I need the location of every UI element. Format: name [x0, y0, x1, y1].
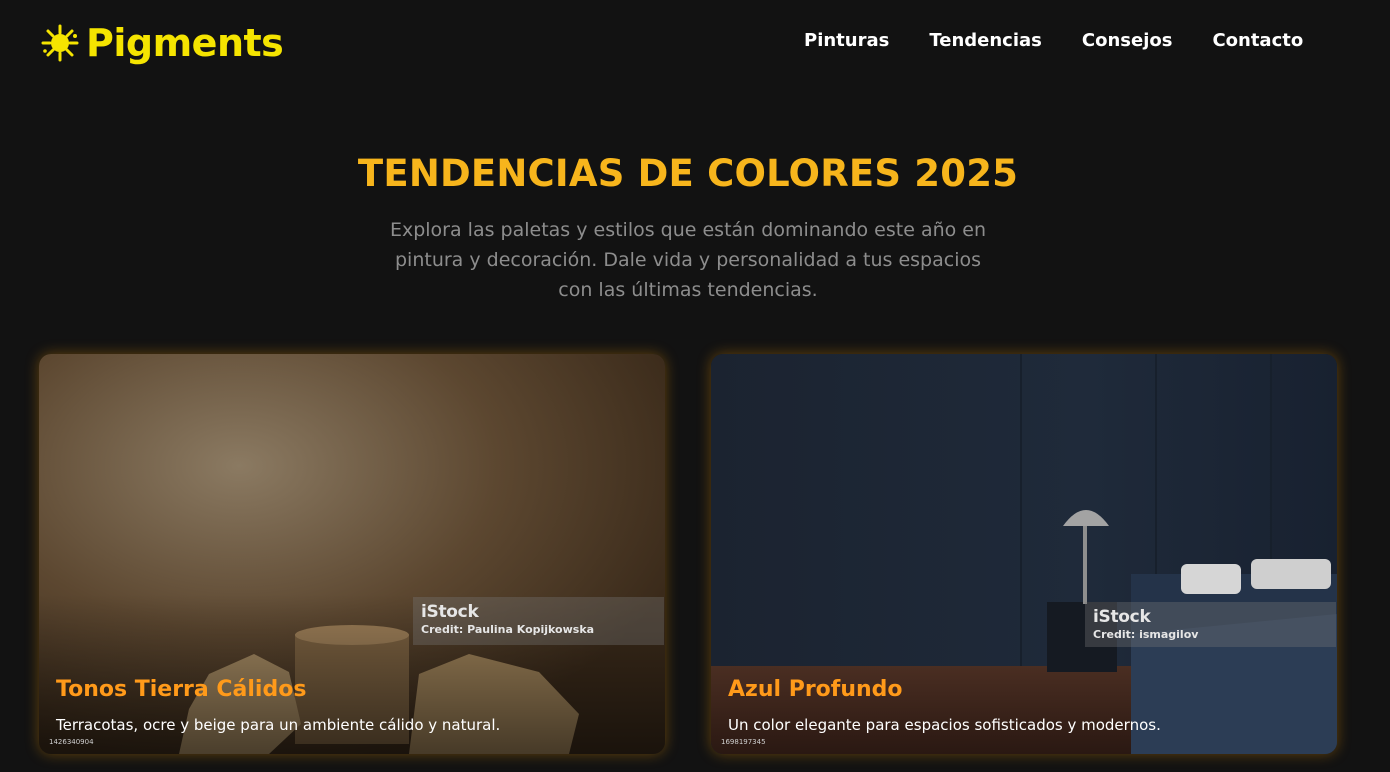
card-description: Terracotas, ocre y beige para un ambient…: [56, 716, 501, 734]
watermark-credit: Credit: ismagilov: [1093, 628, 1199, 641]
card-title: Tonos Tierra Cálidos: [56, 677, 307, 702]
image-id: 1426340904: [49, 738, 94, 746]
watermark-logo: iStock: [421, 602, 479, 622]
paint-splash-icon: [41, 24, 79, 62]
watermark-credit: Credit: Paulina Kopijkowska: [421, 623, 595, 636]
nav-item-pinturas[interactable]: Pinturas: [804, 30, 889, 51]
watermark-logo: iStock: [1093, 607, 1151, 627]
stock-watermark: iStock Credit: ismagilov: [1085, 602, 1336, 647]
image-id: 1698197345: [721, 738, 766, 746]
nav-item-contacto[interactable]: Contacto: [1212, 30, 1303, 51]
nav-item-consejos[interactable]: Consejos: [1082, 30, 1173, 51]
main-nav: Pinturas Tendencias Consejos Contacto: [804, 30, 1303, 51]
site-header: Pigments Pinturas Tendencias Consejos Co…: [0, 0, 1390, 86]
trend-card-deep-blue[interactable]: iStock Credit: ismagilov 1698197345 Azul…: [711, 354, 1337, 754]
stock-watermark: iStock Credit: Paulina Kopijkowska: [413, 597, 664, 645]
page-subtitle: Explora las paletas y estilos que están …: [389, 219, 987, 301]
brand-logo-link[interactable]: Pigments: [40, 18, 284, 68]
card-title: Azul Profundo: [728, 677, 903, 702]
nav-item-tendencias[interactable]: Tendencias: [929, 30, 1042, 51]
brand-name: Pigments: [86, 21, 284, 65]
page-title: TENDENCIAS DE COLORES 2025: [357, 152, 1019, 195]
trend-card-warm-earth[interactable]: iStock Credit: Paulina Kopijkowska 14263…: [39, 354, 665, 754]
card-description: Un color elegante para espacios sofistic…: [728, 716, 1161, 734]
